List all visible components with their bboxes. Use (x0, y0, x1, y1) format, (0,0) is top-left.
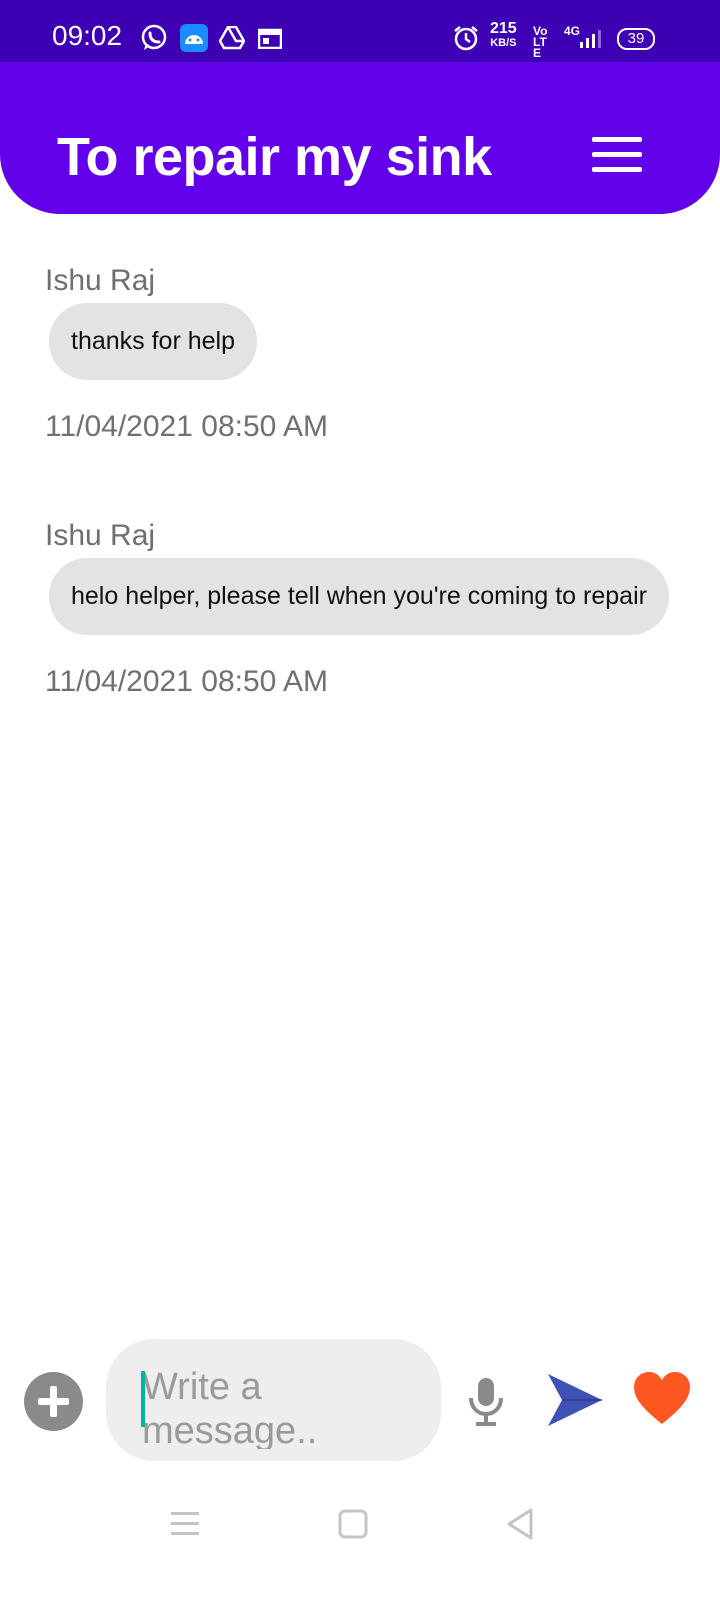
message-sender: Ishu Raj (45, 519, 156, 552)
alarm-icon (452, 24, 480, 52)
status-time: 09:02 (52, 20, 123, 51)
network-speed: 215 KB/S (490, 20, 517, 50)
system-nav-bar (0, 1490, 720, 1600)
message-input[interactable] (142, 1365, 432, 1449)
message-bubble[interactable]: helo helper, please tell when you're com… (49, 558, 669, 635)
whatsapp-icon (140, 24, 168, 52)
text-cursor (141, 1371, 145, 1427)
message-input-container[interactable] (106, 1339, 441, 1461)
network-type: 4G (564, 24, 581, 38)
send-icon[interactable] (544, 1370, 604, 1430)
calendar-icon (256, 24, 284, 52)
battery-indicator: 39 (617, 28, 655, 50)
heart-icon[interactable] (632, 1370, 692, 1428)
message-sender: Ishu Raj (45, 264, 156, 297)
message-timestamp: 11/04/2021 08:50 AM (45, 665, 329, 698)
signal-icon (580, 30, 604, 55)
page-title: To repair my sink (57, 127, 492, 187)
hamburger-menu-icon[interactable] (590, 134, 644, 174)
message-composer (0, 1330, 720, 1470)
home-icon[interactable] (333, 1504, 373, 1544)
app-header: To repair my sink (0, 62, 720, 214)
microphone-icon[interactable] (466, 1374, 506, 1430)
volte-indicator: Vo LTE (533, 24, 548, 60)
back-icon[interactable] (501, 1504, 541, 1544)
recent-apps-icon[interactable] (165, 1504, 205, 1544)
google-drive-icon (218, 24, 246, 52)
status-bar: 09:02 215 KB/S Vo LTE 4G 39 (0, 0, 720, 62)
android-app-icon (180, 24, 208, 52)
message-timestamp: 11/04/2021 08:50 AM (45, 410, 329, 443)
add-attachment-button[interactable] (24, 1372, 83, 1431)
message-bubble[interactable]: thanks for help (49, 303, 257, 380)
